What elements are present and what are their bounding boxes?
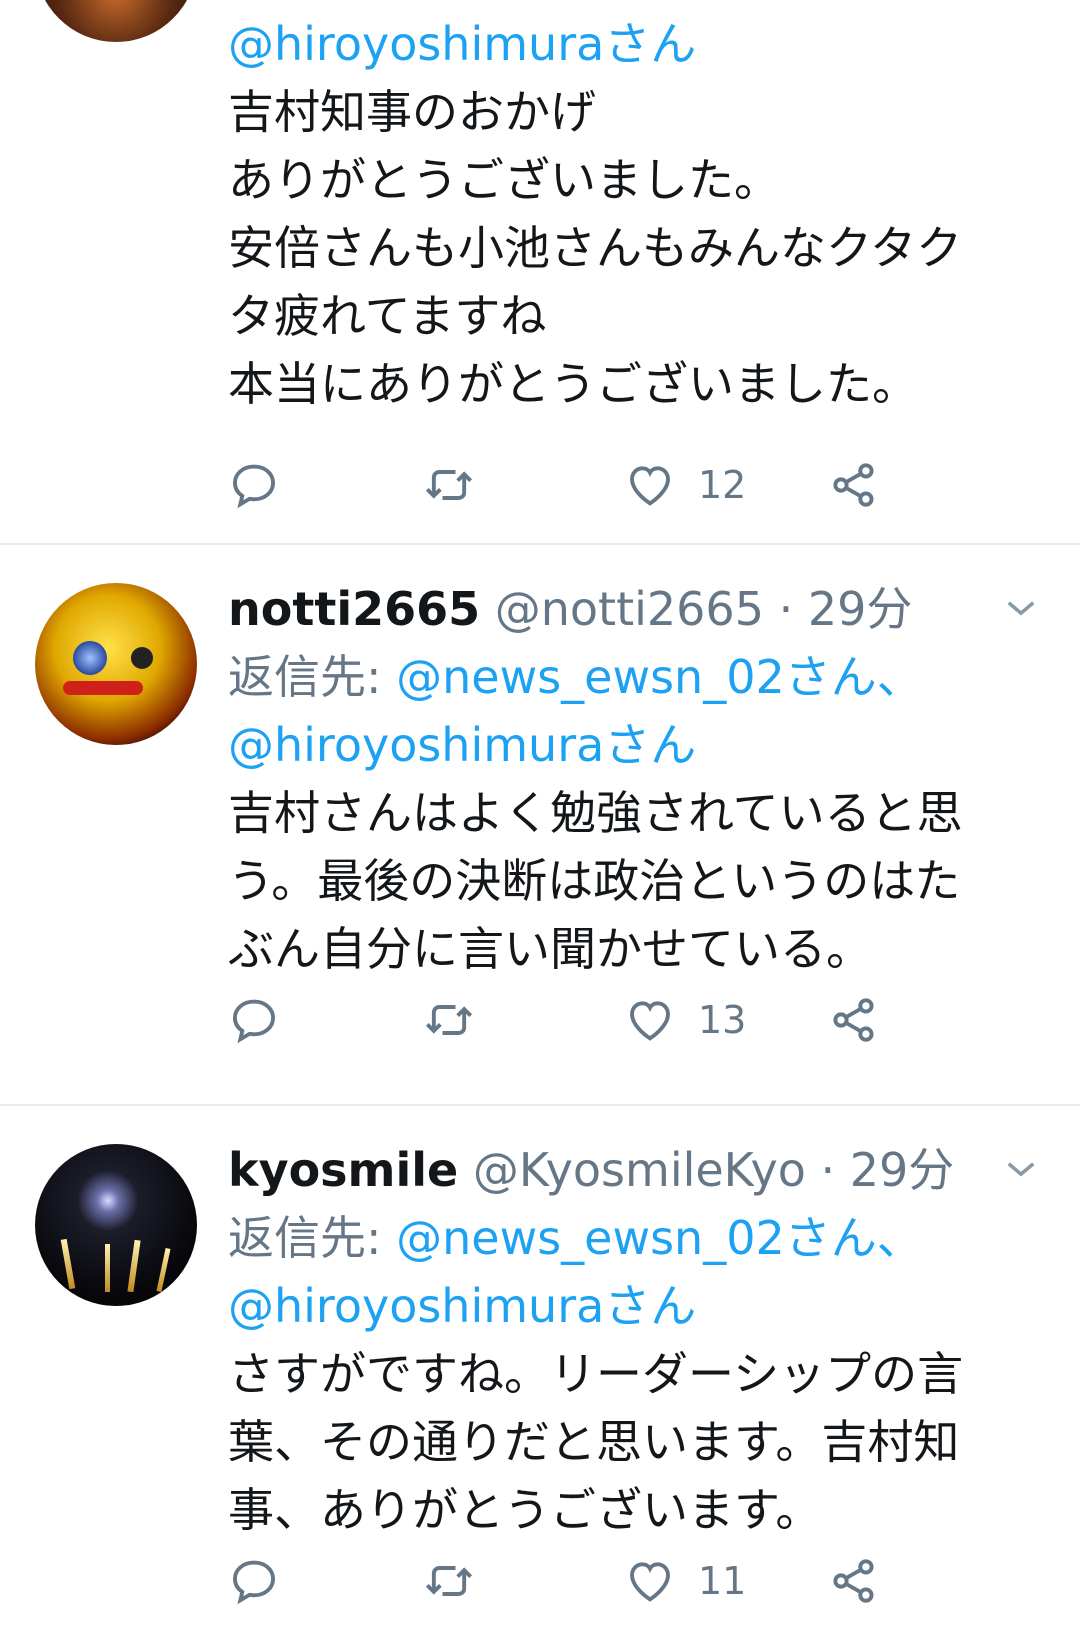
reply-icon xyxy=(232,1560,276,1605)
reply-button[interactable] xyxy=(228,990,280,1050)
reply-to-mention[interactable]: @news_ewsn_02さん、 xyxy=(396,650,923,704)
tweet-text-line: 吉村さんはよく勉強されていると思 xyxy=(228,786,963,840)
reply-context: 返信先: @news_ewsn_02さん、 xyxy=(228,1204,1048,1272)
retweet-icon xyxy=(425,1005,473,1035)
heart-icon xyxy=(630,466,670,506)
share-button[interactable] xyxy=(828,1551,880,1611)
like-button[interactable]: 13 xyxy=(624,990,746,1050)
reply-to-mention[interactable]: @hiroyoshimuraさん xyxy=(228,1272,1048,1340)
like-count: 12 xyxy=(698,463,747,507)
tweet-text-line: 本当にありがとうございました。 xyxy=(228,357,918,411)
tweet-header: kyosmile @KyosmileKyo · 29分 xyxy=(228,1136,1048,1204)
chevron-down-icon[interactable] xyxy=(1000,587,1042,629)
tweet-text-line: ありがとうございました。 xyxy=(228,153,780,207)
retweet-button[interactable] xyxy=(423,1551,475,1611)
tweet-text-line: タ疲れてますね xyxy=(228,289,547,343)
reply-button[interactable] xyxy=(228,1551,280,1611)
chevron-down-icon[interactable] xyxy=(1000,1148,1042,1190)
retweet-icon xyxy=(425,1566,473,1596)
avatar[interactable] xyxy=(35,583,197,745)
user-handle[interactable]: @KyosmileKyo xyxy=(473,1143,806,1197)
share-icon xyxy=(833,998,874,1042)
reply-prefix: 返信先: xyxy=(228,1211,382,1265)
tweet-1[interactable]: @hiroyoshimuraさん 吉村知事のおかげ ありがとうございました。 安… xyxy=(0,0,1080,540)
reply-context: 返信先: @news_ewsn_02さん、 xyxy=(228,643,1048,711)
share-icon xyxy=(833,463,874,507)
reply-to-mention[interactable]: @news_ewsn_02さん、 xyxy=(396,1211,923,1265)
tweet-text-line: 事、ありがとうございます。 xyxy=(228,1483,822,1537)
heart-icon xyxy=(630,1562,670,1602)
share-icon xyxy=(833,1559,874,1603)
share-button[interactable] xyxy=(828,455,880,515)
tweet-text-line: ぶん自分に言い聞かせている。 xyxy=(228,922,872,976)
like-count: 13 xyxy=(698,998,747,1042)
tweet-actions: 12 xyxy=(228,455,948,515)
like-button[interactable]: 12 xyxy=(624,455,746,515)
avatar[interactable] xyxy=(35,1144,197,1306)
display-name[interactable]: notti2665 xyxy=(228,582,480,636)
reply-to-mention[interactable]: @hiroyoshimuraさん xyxy=(228,711,1048,779)
tweet-text-line: 安倍さんも小池さんもみんなクタク xyxy=(228,221,963,275)
reply-prefix: 返信先: xyxy=(228,650,382,704)
share-button[interactable] xyxy=(828,990,880,1050)
display-name[interactable]: kyosmile xyxy=(228,1143,458,1197)
tweet-3[interactable]: kyosmile @KyosmileKyo · 29分 返信先: @news_e… xyxy=(0,1106,1080,1648)
timestamp[interactable]: · 29分 xyxy=(821,1143,955,1197)
tweet-text-line: さすがですね。リーダーシップの言 xyxy=(228,1347,964,1401)
reply-button[interactable] xyxy=(228,455,280,515)
heart-icon xyxy=(630,1001,670,1041)
avatar[interactable] xyxy=(35,0,197,42)
tweet-header: notti2665 @notti2665 · 29分 xyxy=(228,575,1048,643)
retweet-button[interactable] xyxy=(423,990,475,1050)
tweet-text-line: 吉村知事のおかげ xyxy=(228,85,596,139)
reply-to-mention[interactable]: @hiroyoshimuraさん xyxy=(228,10,1048,78)
retweet-button[interactable] xyxy=(423,455,475,515)
tweet-actions: 11 xyxy=(228,1551,948,1611)
tweet-text-line: う。最後の決断は政治というのはた xyxy=(228,854,961,908)
retweet-icon xyxy=(425,470,473,500)
tweet-text-line: 葉、その通りだと思います。吉村知 xyxy=(228,1415,960,1469)
reply-icon xyxy=(232,999,276,1044)
user-handle[interactable]: @notti2665 xyxy=(495,582,764,636)
like-count: 11 xyxy=(698,1559,747,1603)
like-button[interactable]: 11 xyxy=(624,1551,746,1611)
reply-icon xyxy=(232,464,276,509)
timestamp[interactable]: · 29分 xyxy=(779,582,913,636)
tweet-2[interactable]: notti2665 @notti2665 · 29分 返信先: @news_ew… xyxy=(0,545,1080,1105)
tweet-actions: 13 xyxy=(228,990,948,1050)
